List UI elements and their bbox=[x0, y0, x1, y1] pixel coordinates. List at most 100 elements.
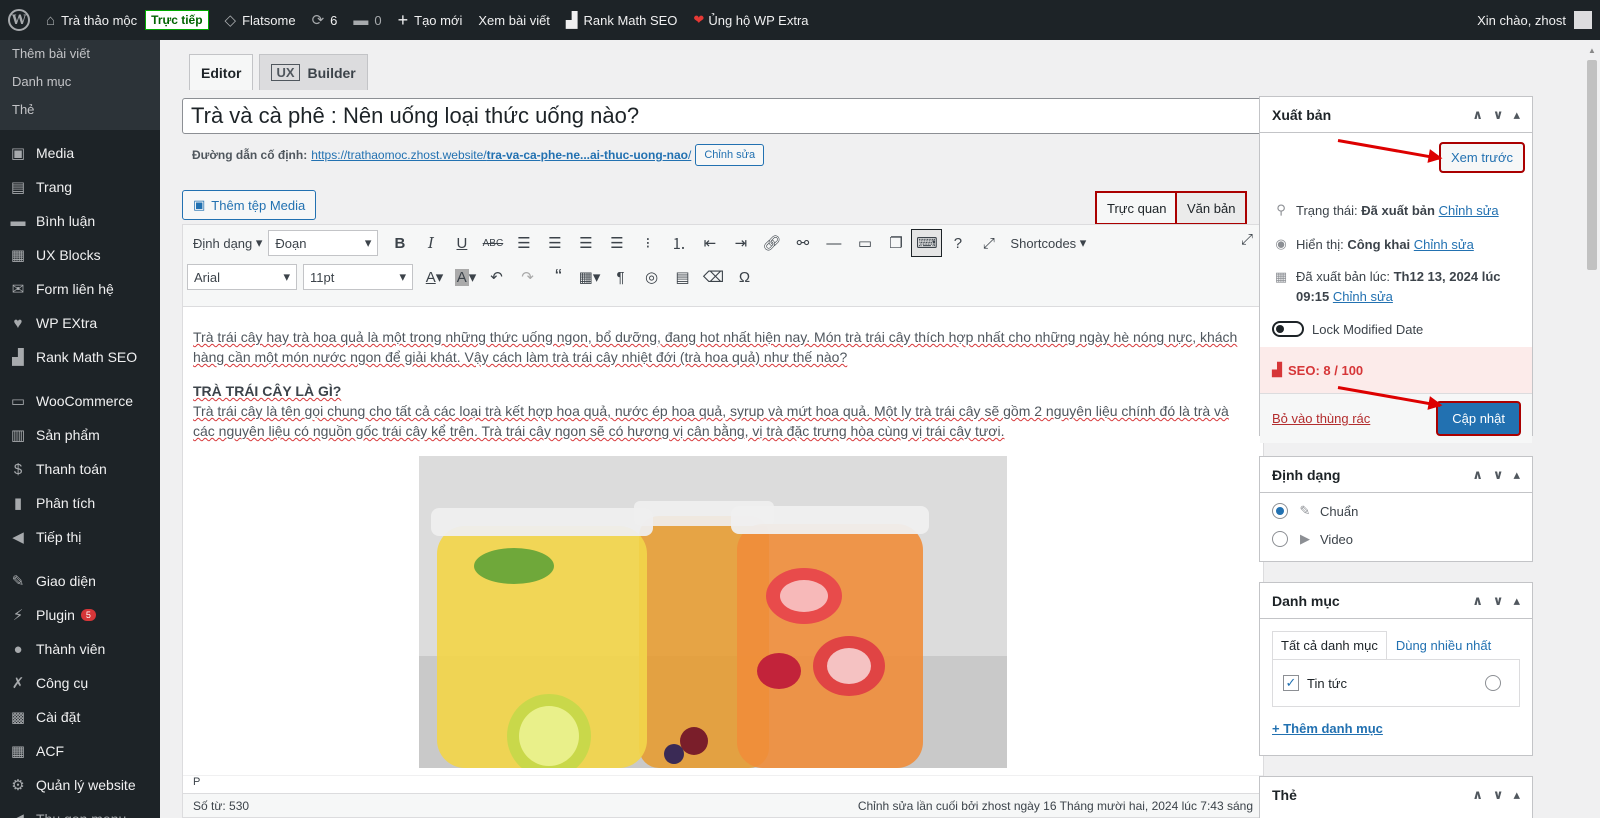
sidebar-item-19[interactable]: ◀ Thu gọn menu bbox=[0, 802, 160, 818]
fullscreen-icon[interactable]: ⤢ bbox=[973, 229, 1004, 257]
shortcodes-dropdown[interactable]: Shortcodes ▾ bbox=[1004, 235, 1092, 251]
sidebar-item-15[interactable]: ✗ Công cụ bbox=[0, 666, 160, 700]
format-option-standard[interactable]: ✎ Chuẩn bbox=[1260, 497, 1532, 525]
sidebar-item-14[interactable]: ● Thành viên bbox=[0, 632, 160, 666]
chevron-down-icon[interactable]: ∨ bbox=[1493, 467, 1504, 483]
seo-score-row[interactable]: ▟ SEO: 8 / 100 bbox=[1260, 347, 1532, 393]
edit-date-link[interactable]: Chỉnh sửa bbox=[1333, 289, 1393, 304]
support-link[interactable]: ❤ Ủng hộ WP Extra bbox=[685, 0, 816, 40]
sidebar-item-6[interactable]: ▟ Rank Math SEO bbox=[0, 340, 160, 374]
clear-formatting-icon[interactable]: ⌫ bbox=[698, 263, 729, 291]
updates-link[interactable]: ⟳ 6 bbox=[304, 0, 346, 40]
editor-content[interactable]: Trà trái cây hay trà hoa quả là một tron… bbox=[183, 307, 1263, 441]
video-radio[interactable] bbox=[1272, 531, 1288, 547]
indent-icon[interactable]: ⇥ bbox=[725, 229, 756, 257]
unlink-icon[interactable]: ⚯ bbox=[787, 229, 818, 257]
standard-radio[interactable] bbox=[1272, 503, 1288, 519]
sidebar-item-4[interactable]: ✉ Form liên hệ bbox=[0, 272, 160, 306]
category-checkbox[interactable]: ✓ bbox=[1283, 675, 1299, 691]
keyboard-icon[interactable]: ⌨ bbox=[911, 229, 943, 257]
bold-icon[interactable]: B bbox=[384, 229, 415, 257]
update-button[interactable]: Cập nhật bbox=[1436, 401, 1521, 436]
new-content-menu[interactable]: + Tạo mới bbox=[390, 0, 471, 40]
text-color-icon[interactable]: A ▾ bbox=[419, 263, 450, 291]
font-family-select[interactable]: Arial ▾ bbox=[187, 264, 297, 290]
strikethrough-icon[interactable]: ABC bbox=[477, 229, 508, 257]
wp-logo-menu[interactable]: W bbox=[0, 0, 38, 40]
background-color-icon[interactable]: A ▾ bbox=[450, 263, 481, 291]
tab-ux-builder[interactable]: UX Builder bbox=[259, 54, 368, 90]
align-right-icon[interactable]: ☰ bbox=[570, 229, 601, 257]
font-size-select[interactable]: 11pt ▾ bbox=[303, 264, 413, 290]
post-title-input[interactable]: Trà và cà phê : Nên uống loại thức uống … bbox=[182, 98, 1264, 134]
toggle-panel-icon[interactable]: ▴ bbox=[1513, 467, 1520, 483]
rank-math-menu[interactable]: ▟ Rank Math SEO bbox=[558, 0, 685, 40]
chevron-up-icon[interactable]: ∧ bbox=[1472, 107, 1483, 123]
sidebar-item-16[interactable]: ▩ Cài đặt bbox=[0, 700, 160, 734]
sidebar-item-3[interactable]: ▦ UX Blocks bbox=[0, 238, 160, 272]
flatsome-menu[interactable]: ◇ Flatsome bbox=[217, 0, 304, 40]
trash-link[interactable]: Bỏ vào thùng rác bbox=[1272, 411, 1370, 426]
chevron-up-icon[interactable]: ∧ bbox=[1472, 787, 1483, 803]
sidebar-item-2[interactable]: ▬ Bình luận bbox=[0, 204, 160, 238]
toggle-panel-icon[interactable]: ▴ bbox=[1513, 107, 1520, 123]
tab-visual[interactable]: Trực quan bbox=[1095, 191, 1179, 225]
sidebar-item-7[interactable]: ▭ WooCommerce bbox=[0, 384, 160, 418]
align-left-icon[interactable]: ☰ bbox=[508, 229, 539, 257]
paste-icon[interactable]: ❐ bbox=[880, 229, 911, 257]
tab-editor[interactable]: Editor bbox=[189, 54, 254, 90]
page-scrollbar[interactable]: ▲ bbox=[1567, 40, 1600, 818]
toggle-panel-icon[interactable]: ▴ bbox=[1513, 787, 1520, 803]
sidebar-item-9[interactable]: $ Thanh toán bbox=[0, 452, 160, 486]
read-more-icon[interactable]: ▭ bbox=[849, 229, 880, 257]
sidebar-item-10[interactable]: ▮ Phân tích bbox=[0, 486, 160, 520]
find-replace-icon[interactable]: ◎ bbox=[636, 263, 667, 291]
help-icon[interactable]: ? bbox=[942, 229, 973, 257]
sidebar-item-13[interactable]: ⚡ Plugin 5 bbox=[0, 598, 160, 632]
add-category-link[interactable]: + Thêm danh mục bbox=[1272, 721, 1383, 736]
edit-visibility-link[interactable]: Chỉnh sửa bbox=[1414, 237, 1474, 252]
align-justify-icon[interactable]: ☰ bbox=[601, 229, 632, 257]
horizontal-line-icon[interactable]: — bbox=[818, 229, 849, 257]
sidebar-item-1[interactable]: ▤ Trang bbox=[0, 170, 160, 204]
italic-icon[interactable]: I bbox=[415, 229, 446, 257]
view-post-link[interactable]: Xem bài viết bbox=[470, 0, 558, 40]
sidebar-item-5[interactable]: ♥ WP EXtra bbox=[0, 306, 160, 340]
edit-permalink-button[interactable]: Chỉnh sửa bbox=[695, 144, 765, 166]
content-image[interactable] bbox=[419, 456, 1007, 768]
comments-link[interactable]: ▬ 0 bbox=[345, 0, 389, 40]
submenu-tags[interactable]: Thẻ bbox=[0, 96, 160, 124]
tab-all-categories[interactable]: Tất cả danh mục bbox=[1272, 631, 1387, 659]
permalink-link[interactable]: https://trathaomoc.zhost.website/tra-va-… bbox=[311, 148, 691, 162]
tab-text[interactable]: Văn bản bbox=[1174, 191, 1248, 225]
undo-icon[interactable]: ↶ bbox=[481, 263, 512, 291]
special-character-icon[interactable]: Ω bbox=[729, 263, 760, 291]
sidebar-item-17[interactable]: ▦ ACF bbox=[0, 734, 160, 768]
sidebar-item-12[interactable]: ✎ Giao diện bbox=[0, 564, 160, 598]
lock-modified-toggle[interactable] bbox=[1272, 321, 1304, 337]
primary-category-radio[interactable] bbox=[1485, 675, 1501, 691]
format-dropdown[interactable]: Định dạng ▾ bbox=[187, 235, 268, 251]
my-account-menu[interactable]: Xin chào, zhost bbox=[1469, 0, 1600, 40]
toggle-panel-icon[interactable]: ▴ bbox=[1513, 593, 1520, 609]
add-media-button[interactable]: ▣ Thêm tệp Media bbox=[182, 190, 317, 220]
align-center-icon[interactable]: ☰ bbox=[539, 229, 570, 257]
link-icon[interactable]: 🔗︎ bbox=[756, 229, 787, 257]
paragraph-mark-icon[interactable]: ¶ bbox=[605, 263, 636, 291]
site-name-link[interactable]: ⌂ Trà thảo mộc Trực tiếp bbox=[38, 0, 217, 40]
format-option-video[interactable]: ▶ Video bbox=[1260, 525, 1532, 553]
bullet-list-icon[interactable]: ⁝ bbox=[632, 229, 663, 257]
sidebar-item-18[interactable]: ⚙ Quản lý website bbox=[0, 768, 160, 802]
chevron-down-icon[interactable]: ∨ bbox=[1493, 593, 1504, 609]
scroll-up-icon[interactable]: ▲ bbox=[1588, 46, 1596, 55]
chevron-up-icon[interactable]: ∧ bbox=[1472, 593, 1483, 609]
sidebar-item-8[interactable]: ▥ Sản phẩm bbox=[0, 418, 160, 452]
submenu-add-post[interactable]: Thêm bài viết bbox=[0, 40, 160, 68]
distraction-free-icon[interactable]: ⤢ bbox=[1241, 231, 1253, 248]
paragraph-select[interactable]: Đoạn ▾ bbox=[268, 230, 379, 256]
tab-most-used[interactable]: Dùng nhiều nhất bbox=[1387, 631, 1500, 659]
edit-status-link[interactable]: Chỉnh sửa bbox=[1439, 203, 1499, 218]
outdent-icon[interactable]: ⇤ bbox=[694, 229, 725, 257]
underline-icon[interactable]: U bbox=[446, 229, 477, 257]
chevron-down-icon[interactable]: ∨ bbox=[1493, 787, 1504, 803]
